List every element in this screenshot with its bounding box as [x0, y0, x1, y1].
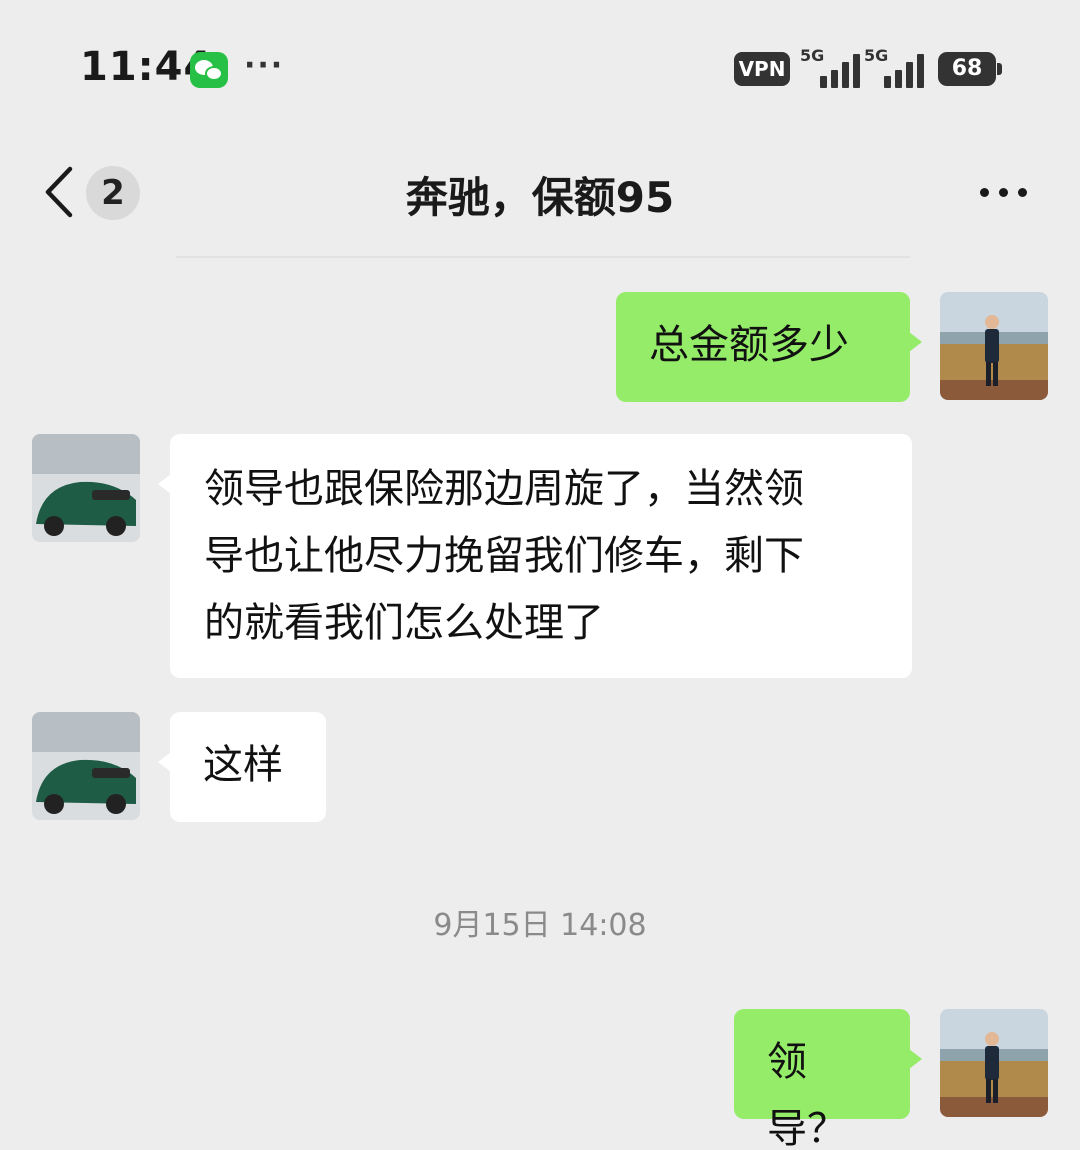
- message-bubble-received[interactable]: 领导也跟保险那边周旋了，当然领 导也让他尽力挽留我们修车，剩下 的就看我们怎么处…: [158, 434, 912, 678]
- network-type-label: 5G: [864, 46, 889, 65]
- contact-avatar[interactable]: [32, 712, 140, 820]
- chat-header: 2 奔驰，保额95: [0, 130, 1080, 256]
- message-text-line: 导也让他尽力挽留我们修车，剩下: [204, 533, 804, 579]
- my-avatar[interactable]: [940, 1009, 1048, 1117]
- message-timestamp: 9月15日 14:08: [433, 908, 647, 943]
- signal-strength-icon: 5G: [800, 46, 860, 88]
- more-dots-icon[interactable]: [974, 188, 1034, 200]
- contact-avatar[interactable]: [32, 434, 140, 542]
- vpn-badge: VPN: [734, 52, 790, 86]
- message-text: 总金额多少: [649, 322, 849, 368]
- message-bubble-sent[interactable]: 领导？: [734, 1009, 922, 1150]
- status-bar: 11:44 ··· VPN 5G 5G 68: [0, 0, 1080, 130]
- battery-icon: 68: [938, 52, 1002, 86]
- header-divider: [176, 256, 910, 258]
- chat-title: 奔驰，保额95: [405, 173, 675, 222]
- network-type-label: 5G: [800, 46, 825, 65]
- signal-strength-icon: 5G: [864, 46, 924, 88]
- message-bubble-received[interactable]: 这样: [158, 712, 326, 822]
- message-text: 领导？: [767, 1039, 847, 1150]
- message-text-line: 的就看我们怎么处理了: [204, 600, 604, 646]
- message-bubble-sent[interactable]: 总金额多少: [616, 292, 922, 402]
- message-text: 这样: [203, 742, 283, 788]
- wechat-icon: [190, 52, 228, 88]
- more-notifications-indicator: ···: [244, 48, 285, 83]
- my-avatar[interactable]: [940, 292, 1048, 400]
- message-text-line: 领导也跟保险那边周旋了，当然领: [204, 466, 804, 512]
